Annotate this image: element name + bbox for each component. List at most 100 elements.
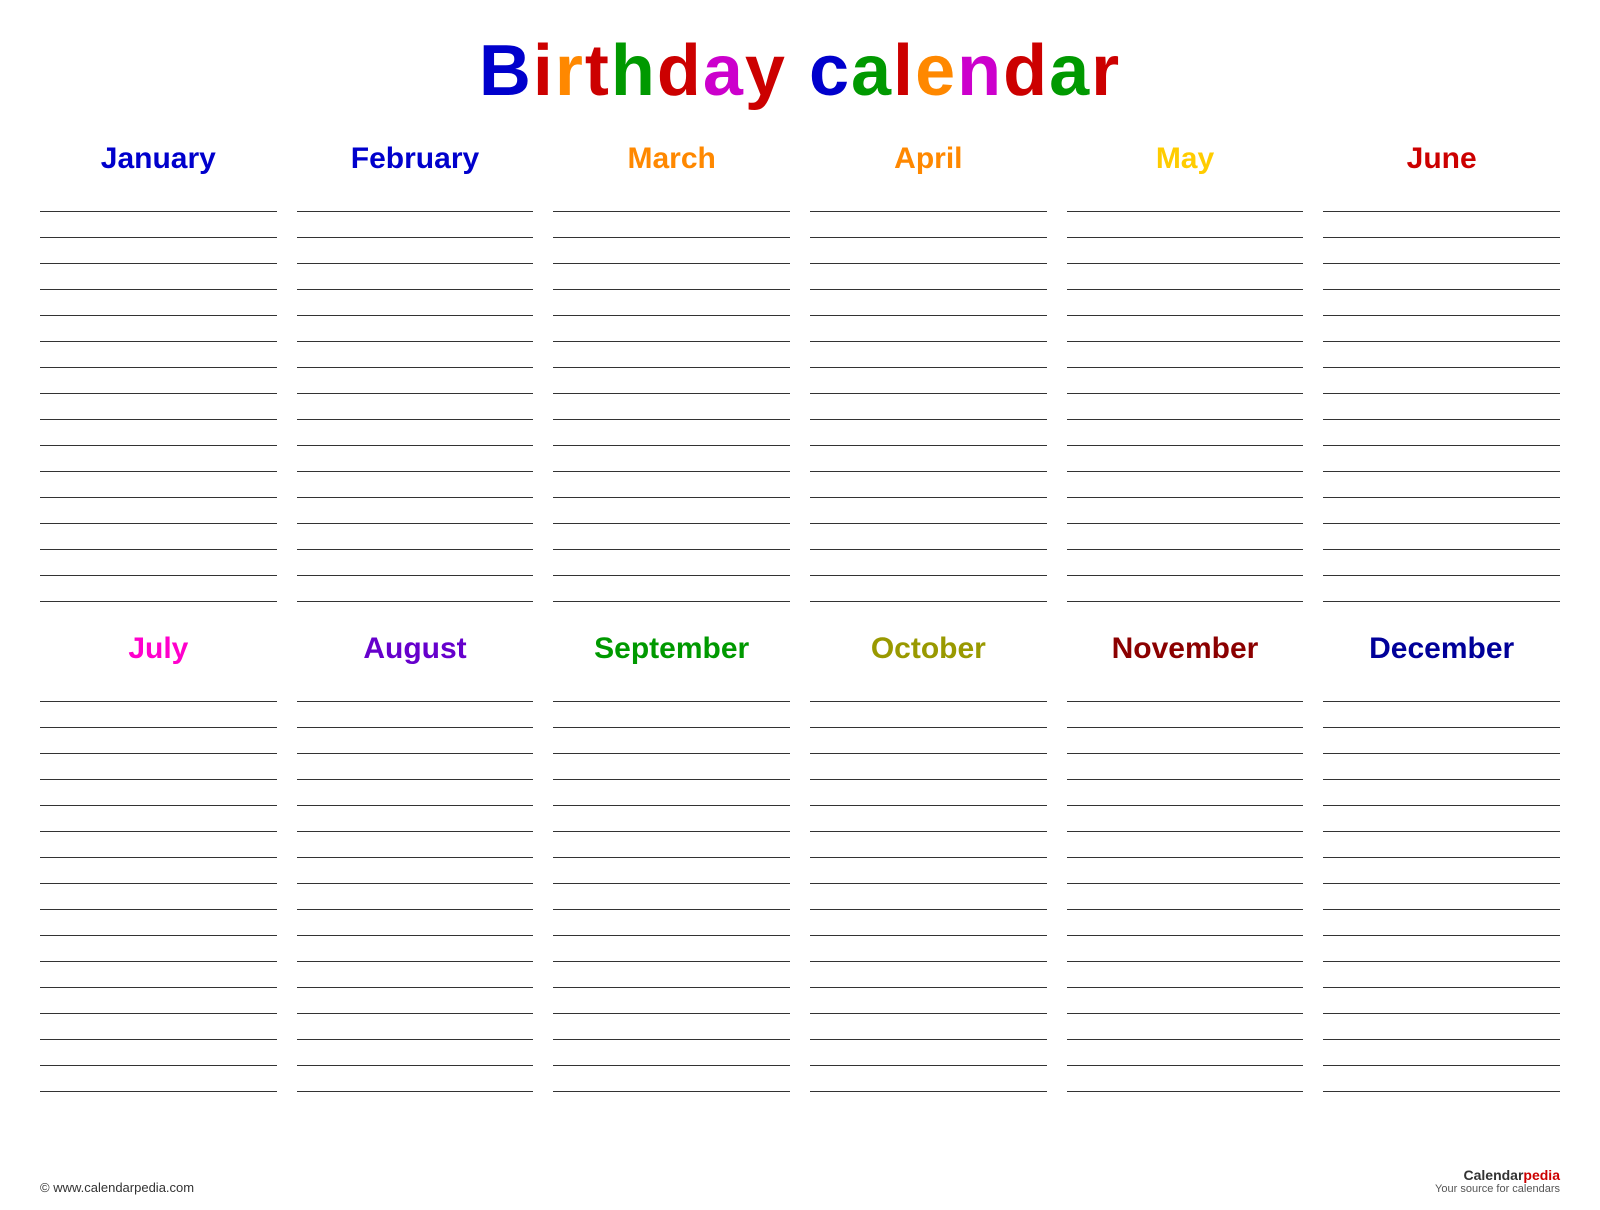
line[interactable] (1323, 524, 1560, 550)
line[interactable] (1067, 446, 1304, 472)
line[interactable] (40, 550, 277, 576)
line[interactable] (810, 884, 1047, 910)
line[interactable] (297, 316, 534, 342)
line[interactable] (297, 1040, 534, 1066)
line[interactable] (40, 238, 277, 264)
line[interactable] (1323, 212, 1560, 238)
line[interactable] (1067, 264, 1304, 290)
line[interactable] (553, 212, 790, 238)
line[interactable] (1323, 832, 1560, 858)
line[interactable] (297, 186, 534, 212)
line[interactable] (810, 702, 1047, 728)
line[interactable] (553, 702, 790, 728)
line[interactable] (553, 472, 790, 498)
line[interactable] (1067, 212, 1304, 238)
line[interactable] (297, 472, 534, 498)
line[interactable] (810, 1040, 1047, 1066)
line[interactable] (297, 420, 534, 446)
line[interactable] (1067, 858, 1304, 884)
line[interactable] (297, 550, 534, 576)
line[interactable] (40, 290, 277, 316)
line[interactable] (810, 988, 1047, 1014)
line[interactable] (1067, 368, 1304, 394)
line[interactable] (40, 936, 277, 962)
line[interactable] (1067, 936, 1304, 962)
line[interactable] (1323, 728, 1560, 754)
line[interactable] (40, 754, 277, 780)
line[interactable] (810, 910, 1047, 936)
line[interactable] (40, 884, 277, 910)
line[interactable] (810, 238, 1047, 264)
line[interactable] (553, 910, 790, 936)
line[interactable] (1067, 394, 1304, 420)
line[interactable] (40, 576, 277, 602)
line[interactable] (40, 832, 277, 858)
line[interactable] (553, 728, 790, 754)
line[interactable] (810, 576, 1047, 602)
line[interactable] (553, 754, 790, 780)
line[interactable] (1323, 754, 1560, 780)
line[interactable] (1067, 420, 1304, 446)
line[interactable] (40, 806, 277, 832)
line[interactable] (297, 806, 534, 832)
line[interactable] (810, 754, 1047, 780)
line[interactable] (1323, 342, 1560, 368)
line[interactable] (1323, 884, 1560, 910)
line[interactable] (1067, 988, 1304, 1014)
line[interactable] (297, 858, 534, 884)
line[interactable] (810, 394, 1047, 420)
line[interactable] (553, 780, 790, 806)
line[interactable] (1067, 186, 1304, 212)
line[interactable] (1323, 186, 1560, 212)
line[interactable] (553, 1066, 790, 1092)
line[interactable] (810, 728, 1047, 754)
line[interactable] (1323, 316, 1560, 342)
line[interactable] (297, 962, 534, 988)
line[interactable] (40, 1040, 277, 1066)
line[interactable] (553, 988, 790, 1014)
line[interactable] (297, 884, 534, 910)
line[interactable] (1323, 1066, 1560, 1092)
line[interactable] (553, 550, 790, 576)
line[interactable] (1323, 420, 1560, 446)
line[interactable] (1323, 1014, 1560, 1040)
line[interactable] (297, 576, 534, 602)
line[interactable] (297, 368, 534, 394)
line[interactable] (40, 212, 277, 238)
line[interactable] (297, 936, 534, 962)
line[interactable] (1067, 342, 1304, 368)
line[interactable] (553, 962, 790, 988)
line[interactable] (297, 1066, 534, 1092)
line[interactable] (40, 988, 277, 1014)
line[interactable] (553, 290, 790, 316)
line[interactable] (297, 728, 534, 754)
line[interactable] (810, 212, 1047, 238)
line[interactable] (1067, 316, 1304, 342)
line[interactable] (297, 524, 534, 550)
line[interactable] (553, 936, 790, 962)
line[interactable] (810, 1066, 1047, 1092)
line[interactable] (1323, 780, 1560, 806)
line[interactable] (810, 936, 1047, 962)
line[interactable] (810, 342, 1047, 368)
line[interactable] (1323, 1040, 1560, 1066)
line[interactable] (1323, 806, 1560, 832)
line[interactable] (297, 780, 534, 806)
line[interactable] (553, 1040, 790, 1066)
line[interactable] (1067, 910, 1304, 936)
line[interactable] (40, 420, 277, 446)
line[interactable] (1323, 368, 1560, 394)
line[interactable] (1067, 832, 1304, 858)
line[interactable] (297, 394, 534, 420)
line[interactable] (1067, 550, 1304, 576)
line[interactable] (40, 1014, 277, 1040)
line[interactable] (810, 472, 1047, 498)
line[interactable] (1323, 676, 1560, 702)
line[interactable] (40, 498, 277, 524)
line[interactable] (1323, 858, 1560, 884)
line[interactable] (553, 264, 790, 290)
line[interactable] (1067, 1014, 1304, 1040)
line[interactable] (1067, 676, 1304, 702)
line[interactable] (1067, 576, 1304, 602)
line[interactable] (1323, 238, 1560, 264)
